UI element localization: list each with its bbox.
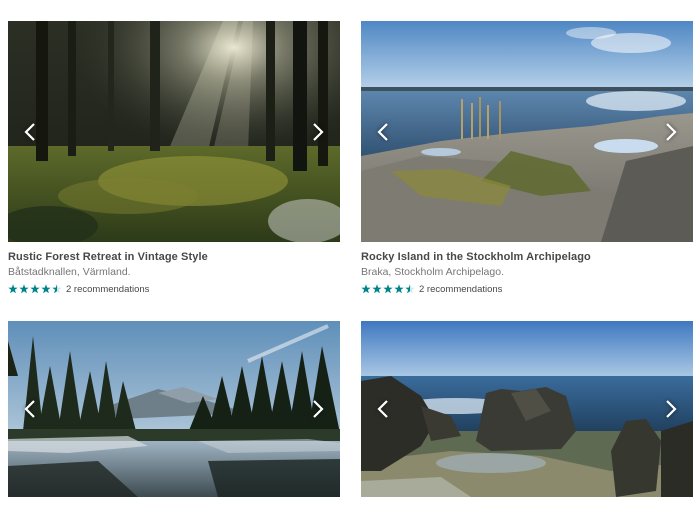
listing-photo[interactable] bbox=[361, 321, 693, 497]
chevron-right-icon bbox=[313, 400, 324, 418]
listing-card[interactable] bbox=[8, 321, 340, 497]
listing-location: Båtstadknallen, Värmland. bbox=[8, 266, 131, 278]
rating-row: 2 recommendations bbox=[8, 283, 340, 295]
forest-sunbeams-photo bbox=[8, 21, 340, 242]
recommendations-count: 2 recommendations bbox=[419, 283, 503, 295]
next-photo-button[interactable] bbox=[304, 118, 332, 146]
star-icon bbox=[19, 284, 29, 294]
star-icon bbox=[41, 284, 51, 294]
rocky-shore-lake-photo bbox=[361, 21, 693, 242]
chevron-left-icon bbox=[24, 122, 35, 141]
star-rating bbox=[361, 284, 416, 294]
chevron-left-icon bbox=[377, 400, 388, 418]
listing-photo[interactable] bbox=[8, 21, 340, 242]
next-photo-button[interactable] bbox=[304, 395, 332, 423]
mountain-river-forest-photo bbox=[8, 321, 340, 497]
next-photo-button[interactable] bbox=[657, 395, 685, 423]
next-photo-button[interactable] bbox=[657, 118, 685, 146]
chevron-right-icon bbox=[666, 400, 677, 418]
listing-title[interactable]: Rocky Island in the Stockholm Archipelag… bbox=[361, 251, 693, 263]
chevron-right-icon bbox=[666, 122, 677, 141]
previous-photo-button[interactable] bbox=[16, 118, 44, 146]
chevron-right-icon bbox=[313, 122, 324, 141]
chevron-left-icon bbox=[24, 400, 35, 418]
previous-photo-button[interactable] bbox=[369, 118, 397, 146]
listing-card[interactable] bbox=[361, 321, 693, 497]
star-icon bbox=[8, 284, 18, 294]
star-icon bbox=[383, 284, 393, 294]
half-star-icon bbox=[52, 284, 62, 294]
listing-card[interactable]: Rocky Island in the Stockholm Archipelag… bbox=[361, 21, 693, 295]
recommendations-count: 2 recommendations bbox=[66, 283, 150, 295]
previous-photo-button[interactable] bbox=[16, 395, 44, 423]
rating-row: 2 recommendations bbox=[361, 283, 693, 295]
half-star-icon bbox=[405, 284, 415, 294]
listing-location: Braka, Stockholm Archipelago. bbox=[361, 266, 504, 278]
star-icon bbox=[30, 284, 40, 294]
listing-card[interactable]: Rustic Forest Retreat in Vintage Style B… bbox=[8, 21, 340, 295]
star-icon bbox=[394, 284, 404, 294]
listing-photo[interactable] bbox=[8, 321, 340, 497]
star-rating bbox=[8, 284, 63, 294]
listing-photo[interactable] bbox=[361, 21, 693, 242]
listing-title[interactable]: Rustic Forest Retreat in Vintage Style bbox=[8, 251, 340, 263]
previous-photo-button[interactable] bbox=[369, 395, 397, 423]
star-icon bbox=[372, 284, 382, 294]
star-icon bbox=[361, 284, 371, 294]
chevron-left-icon bbox=[377, 122, 388, 141]
sea-rock-formations-photo bbox=[361, 321, 693, 497]
